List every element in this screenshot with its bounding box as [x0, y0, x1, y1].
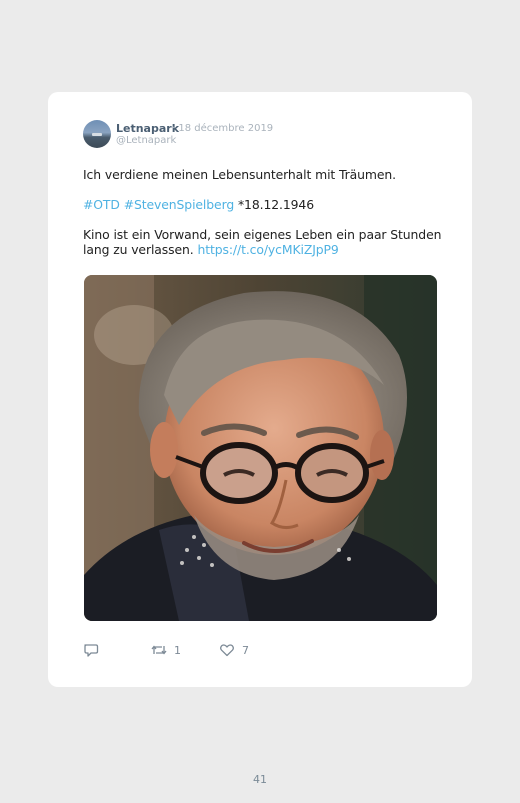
tweet-photo[interactable] — [84, 275, 437, 621]
tweet-short-link[interactable]: https://t.co/ycMKiZJpP9 — [197, 242, 338, 257]
portrait-illustration — [84, 275, 437, 621]
hashtag-spielberg[interactable]: #StevenSpielberg — [124, 197, 235, 212]
tweet-date[interactable]: · 18 décembre 2019 — [172, 123, 273, 134]
tweet-paragraph-line-2: lang zu verlassen. https://t.co/ycMKiZJp… — [83, 242, 443, 257]
reply-icon[interactable] — [83, 642, 99, 662]
avatar-boat-graphic — [92, 133, 102, 136]
author-name[interactable]: Letnapark — [116, 122, 179, 135]
heart-icon[interactable] — [219, 642, 235, 662]
tweet-hashtag-line: #OTD #StevenSpielberg *18.12.1946 — [83, 197, 443, 212]
retweet-count: 1 — [174, 644, 181, 657]
tweet-card: Letnapark · 18 décembre 2019 @Letnapark … — [48, 92, 472, 687]
hashtag-otd[interactable]: #OTD — [83, 197, 120, 212]
retweet-icon[interactable] — [150, 642, 168, 662]
paragraph-text: lang zu verlassen. — [83, 242, 194, 257]
page-number: 41 — [253, 773, 267, 786]
tweet-paragraph-line-1: Kino ist ein Vorwand, sein eigenes Leben… — [83, 227, 442, 242]
tweet-actions: 1 7 — [48, 642, 472, 662]
tweet-line-1: Ich verdiene meinen Lebensunterhalt mit … — [83, 167, 396, 182]
like-count: 7 — [242, 644, 249, 657]
birth-date: *18.12.1946 — [237, 197, 314, 212]
author-handle[interactable]: @Letnapark — [116, 135, 176, 146]
avatar[interactable] — [83, 120, 111, 148]
